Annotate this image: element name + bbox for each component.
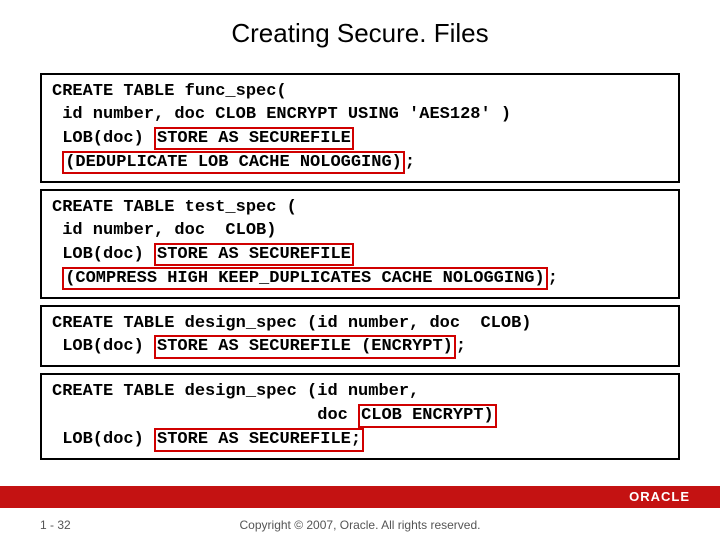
highlight-clob-encrypt: CLOB ENCRYPT)	[358, 404, 497, 428]
code-text	[52, 269, 62, 288]
code-text: ;	[405, 153, 415, 172]
page-title: Creating Secure. Files	[0, 0, 720, 67]
code-text: LOB(doc)	[52, 430, 154, 449]
highlight-dedup: (DEDUPLICATE LOB CACHE NOLOGGING)	[62, 151, 405, 175]
code-block-3: CREATE TABLE design_spec (id number, doc…	[40, 305, 680, 368]
oracle-logo: ORACLE	[621, 486, 698, 508]
code-block-4: CREATE TABLE design_spec (id number, doc…	[40, 373, 680, 460]
highlight-compress: (COMPRESS HIGH KEEP_DUPLICATES CACHE NOL…	[62, 267, 547, 291]
highlight-store-as-securefile: STORE AS SECUREFILE	[154, 243, 354, 267]
highlight-store-as-securefile: STORE AS SECUREFILE	[154, 127, 354, 151]
copyright-text: Copyright © 2007, Oracle. All rights res…	[0, 518, 720, 532]
code-text	[52, 153, 62, 172]
code-text: ;	[456, 337, 466, 356]
footer-bar	[0, 486, 720, 508]
highlight-store-as-securefile: STORE AS SECUREFILE;	[154, 428, 364, 452]
code-block-1: CREATE TABLE func_spec( id number, doc C…	[40, 73, 680, 183]
highlight-store-as-securefile-encrypt: STORE AS SECUREFILE (ENCRYPT)	[154, 335, 456, 359]
code-text: ;	[548, 269, 558, 288]
code-block-2: CREATE TABLE test_spec ( id number, doc …	[40, 189, 680, 299]
